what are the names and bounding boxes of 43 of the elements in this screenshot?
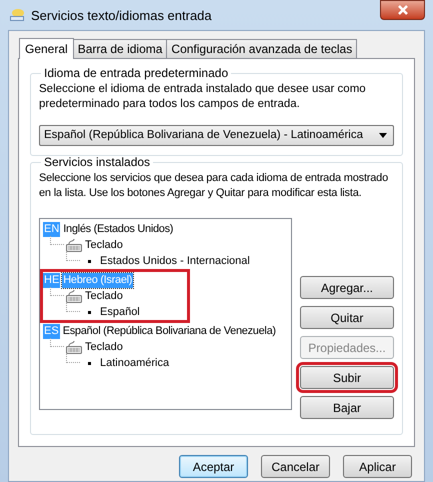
tree-item[interactable]: Teclado xyxy=(85,236,123,254)
tree-item[interactable]: Español (República Bolivariana de Venezuela) xyxy=(62,322,277,340)
dropdown-arrow-icon xyxy=(379,133,387,138)
app-icon xyxy=(9,8,25,22)
bullet-icon xyxy=(88,310,91,314)
tab[interactable]: Configuración avanzada de teclas xyxy=(166,39,358,58)
service-button[interactable]: Quitar xyxy=(300,306,394,329)
tree-line xyxy=(50,236,64,245)
tab[interactable]: General xyxy=(19,38,74,59)
keyboard-icon xyxy=(66,238,82,252)
tree-line xyxy=(66,303,80,312)
close-icon xyxy=(396,5,408,15)
service-button[interactable]: Agregar... xyxy=(300,276,394,299)
bullet-icon xyxy=(88,362,91,364)
tree-item[interactable]: Teclado xyxy=(85,338,123,356)
tab[interactable]: Barra de idioma xyxy=(72,39,168,58)
language-code-badge: HE xyxy=(43,272,60,288)
tree-item[interactable]: Estados Unidos - Internacional xyxy=(100,252,250,270)
tree-item[interactable]: Inglés (Estados Unidos) xyxy=(62,220,174,238)
dialog-button[interactable]: Aplicar xyxy=(343,455,412,478)
language-code-badge: EN xyxy=(43,222,60,236)
language-dropdown[interactable]: Español (República Bolivariana de Venezuela) - Latinoamérica xyxy=(39,125,394,146)
service-button[interactable]: Bajar xyxy=(300,396,394,419)
tree-item[interactable]: Español xyxy=(100,304,140,320)
bullet-icon xyxy=(88,260,91,262)
language-code-badge: ES xyxy=(43,324,60,338)
tree-line xyxy=(66,252,80,261)
window-title: Servicios texto/idiomas entrada xyxy=(31,7,212,25)
description-text: Seleccione el idioma de entrada instalado que desee usar como predeterminado para todos los campos de entrada. xyxy=(39,82,367,112)
services-tree[interactable]: EN Inglés (Estados Unidos) Teclado Estados Unidos - Internacional HE Hebreo (Israel) Teclado Español ES Español (República Bolivariana de Venezuela) Teclado Latinoamérica xyxy=(39,218,292,410)
dialog-button[interactable]: Aceptar xyxy=(179,455,248,478)
description-text: Seleccione los servicios que desea para cada idioma de entrada mostrado en la lista. Use los botones Agregar y Quitar para modificar esta lista. xyxy=(39,171,390,201)
keyboard-icon xyxy=(66,340,82,354)
close-button[interactable] xyxy=(380,0,425,20)
tree-line xyxy=(50,287,64,296)
tree-item[interactable]: Latinoamérica xyxy=(100,354,170,372)
group-title: Servicios instalados xyxy=(43,154,152,171)
tree-line xyxy=(66,354,80,363)
tree-line xyxy=(50,338,64,347)
keyboard-icon xyxy=(66,289,82,303)
dialog-button[interactable]: Cancelar xyxy=(261,455,330,478)
tree-item[interactable]: Teclado xyxy=(85,288,123,304)
group-title: Idioma de entrada predeterminado xyxy=(43,65,230,82)
